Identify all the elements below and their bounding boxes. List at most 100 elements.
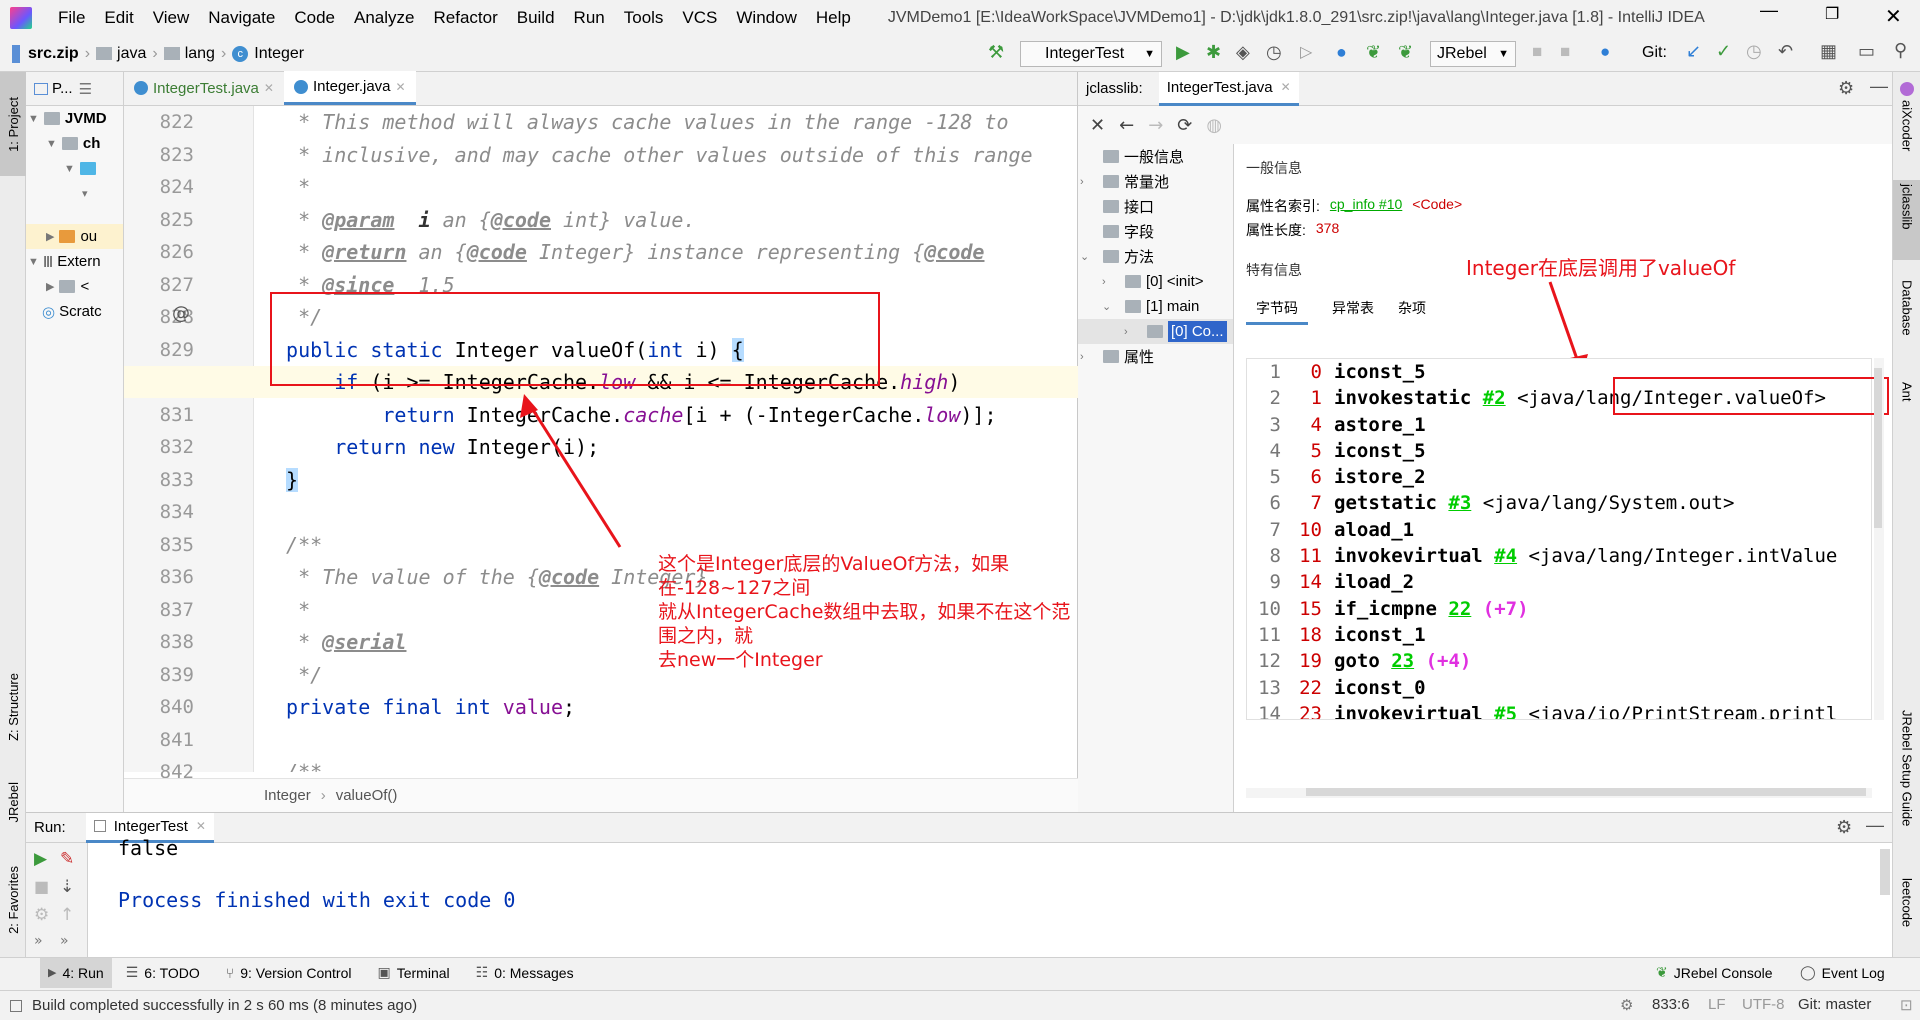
refresh-icon[interactable]: ⟳: [1177, 115, 1192, 136]
breadcrumb-integer[interactable]: Integer: [254, 45, 304, 63]
back-icon[interactable]: ←: [1119, 115, 1134, 136]
tree-item-fields[interactable]: 字段: [1078, 219, 1233, 244]
git-history-icon[interactable]: ◷: [1746, 41, 1762, 62]
run-dropdown-icon[interactable]: ▷: [1300, 42, 1312, 62]
tree-item[interactable]: ▼: [26, 156, 123, 181]
git-rollback-icon[interactable]: ↶: [1778, 41, 1793, 62]
stop-icon[interactable]: ■: [1532, 42, 1542, 62]
tool-tab-messages[interactable]: ☷ 0: Messages: [476, 964, 574, 981]
vertical-scrollbar[interactable]: [1874, 358, 1884, 720]
scroll-up-icon[interactable]: ↑: [60, 905, 74, 925]
tree-item-attributes[interactable]: › 属性: [1078, 344, 1233, 369]
console-scrollbar[interactable]: [1880, 849, 1890, 895]
project-tool-tab[interactable]: 1: Project: [0, 72, 26, 176]
horizontal-scrollbar[interactable]: [1246, 788, 1872, 798]
bytecode-row[interactable]: 8 11 invokevirtual #4 <java/lang/Integer.i…: [1247, 543, 1871, 569]
jrebel-run-icon[interactable]: ❦: [1366, 42, 1381, 63]
close-tab-icon[interactable]: ✕: [1281, 80, 1291, 94]
bytecode-row[interactable]: 11 18 iconst_1: [1247, 622, 1871, 648]
jrebel-select[interactable]: JRebel ▼: [1430, 41, 1516, 67]
tree-item-methods[interactable]: ⌄ 方法: [1078, 244, 1233, 269]
more-icon[interactable]: »: [60, 933, 69, 949]
ant-tool-tab[interactable]: Ant: [1893, 382, 1920, 432]
menu-analyze[interactable]: Analyze: [354, 8, 414, 28]
tree-item[interactable]: ▼ JVMD: [26, 106, 123, 131]
git-commit-icon[interactable]: ✓: [1716, 41, 1731, 62]
git-branch[interactable]: Git: master: [1798, 996, 1871, 1013]
bytecode-row[interactable]: 3 4 astore_1: [1247, 412, 1871, 438]
status-message[interactable]: Build completed successfully in 2 s 60 m…: [32, 997, 417, 1014]
close-icon[interactable]: ✕: [1090, 115, 1105, 136]
menu-tools[interactable]: Tools: [624, 8, 664, 28]
hide-icon[interactable]: —: [1870, 76, 1888, 97]
database-tool-tab[interactable]: Database: [1893, 280, 1920, 370]
crumb-method[interactable]: valueOf(): [336, 787, 398, 804]
bytecode-row[interactable]: 4 5 iconst_5: [1247, 438, 1871, 464]
tree-item[interactable]: ▶ <: [26, 274, 123, 299]
menu-code[interactable]: Code: [294, 8, 335, 28]
structure-tool-tab[interactable]: Z: Structure: [0, 652, 26, 762]
sort-icon[interactable]: ⇣: [60, 877, 74, 897]
bytecode-row[interactable]: 10 15 if_icmpne 22 (+7): [1247, 596, 1871, 622]
debug-icon[interactable]: ✱: [1206, 42, 1221, 63]
tab-jclasslib-integertest[interactable]: IntegerTest.java ✕: [1158, 71, 1299, 106]
menu-navigate[interactable]: Navigate: [208, 8, 275, 28]
file-encoding[interactable]: UTF-8: [1742, 996, 1785, 1013]
tree-item-code[interactable]: › [0] Co...: [1078, 319, 1233, 344]
collapse-icon[interactable]: ☰: [79, 80, 92, 98]
tool-tab-event-log[interactable]: ◯ Event Log: [1800, 964, 1885, 981]
edit-config-icon[interactable]: ✎: [60, 849, 74, 869]
menu-edit[interactable]: Edit: [104, 8, 133, 28]
jclasslib-tool-tab[interactable]: jclasslib: [1893, 180, 1920, 260]
bytecode-argument-link[interactable]: 22: [1448, 596, 1471, 622]
coverage-icon[interactable]: ◈: [1236, 42, 1250, 63]
tree-item[interactable]: ▶ ou: [26, 224, 123, 249]
project-structure-icon[interactable]: ▦: [1820, 41, 1837, 62]
bytecode-row[interactable]: 14 23 invokevirtual #5 <java/io/PrintStrea…: [1247, 701, 1871, 719]
leetcode-tool-tab[interactable]: leetcode: [1893, 878, 1920, 953]
tool-tab-version-control[interactable]: ⑂ 9: Version Control: [226, 965, 352, 981]
run-icon[interactable]: ▶: [1176, 42, 1190, 63]
tool-tab-todo[interactable]: ☰ 6: TODO: [126, 964, 200, 981]
settings-icon[interactable]: ⚙: [34, 905, 49, 925]
jrebel-guide-tool-tab[interactable]: JRebel Setup Guide: [1893, 710, 1920, 870]
breadcrumb-lang[interactable]: lang: [185, 45, 215, 63]
bytecode-argument-link[interactable]: 23: [1391, 648, 1414, 674]
project-view-selector[interactable]: P...: [52, 80, 73, 97]
line-separator[interactable]: LF: [1708, 996, 1726, 1013]
forward-icon[interactable]: →: [1148, 115, 1163, 136]
crumb-class[interactable]: Integer: [264, 787, 311, 804]
tree-item-init[interactable]: › [0] <init>: [1078, 269, 1233, 294]
console-output[interactable]: false Process finished with exit code 0: [118, 836, 515, 913]
bytecode-row[interactable]: 5 6 istore_2: [1247, 464, 1871, 490]
bytecode-row[interactable]: 9 14 iload_2: [1247, 569, 1871, 595]
stop-icon[interactable]: ■: [34, 877, 49, 896]
tree-item-general[interactable]: 一般信息: [1078, 144, 1233, 169]
close-tab-icon[interactable]: ✕: [196, 819, 206, 833]
more-icon[interactable]: »: [34, 933, 43, 949]
tool-tab-run[interactable]: ▶ 4: Run: [40, 957, 112, 988]
search-everywhere-icon[interactable]: ●: [1600, 42, 1610, 62]
profile-icon[interactable]: ◷: [1266, 42, 1282, 63]
stop-all-icon[interactable]: ■: [1560, 42, 1570, 62]
jrebel-tool-tab[interactable]: JRebel: [0, 772, 26, 832]
menu-build[interactable]: Build: [517, 8, 555, 28]
menu-run[interactable]: Run: [574, 8, 605, 28]
status-toggle-icon[interactable]: [10, 999, 22, 1012]
menu-view[interactable]: View: [153, 8, 190, 28]
layout-icon[interactable]: ▭: [1858, 41, 1875, 62]
rerun-icon[interactable]: ▶: [34, 849, 47, 869]
lock-icon[interactable]: ⊡: [1900, 996, 1913, 1014]
bytecode-argument-link[interactable]: #2: [1483, 385, 1506, 411]
web-icon[interactable]: ◍: [1206, 115, 1222, 136]
favorites-tool-tab[interactable]: 2: Favorites: [0, 852, 26, 947]
minimize-icon[interactable]: —: [1760, 0, 1778, 21]
tree-item-constant-pool[interactable]: › 常量池: [1078, 169, 1233, 194]
status-tool-icon[interactable]: ⚙: [1620, 996, 1633, 1014]
search-icon[interactable]: ⚲: [1894, 40, 1907, 61]
bytecode-row[interactable]: 7 10 aload_1: [1247, 517, 1871, 543]
restore-icon[interactable]: ❐: [1825, 4, 1839, 24]
bytecode-argument-link[interactable]: #4: [1494, 543, 1517, 569]
tool-tab-terminal[interactable]: ▣ Terminal: [378, 964, 450, 981]
help-icon[interactable]: ●: [1336, 42, 1347, 63]
